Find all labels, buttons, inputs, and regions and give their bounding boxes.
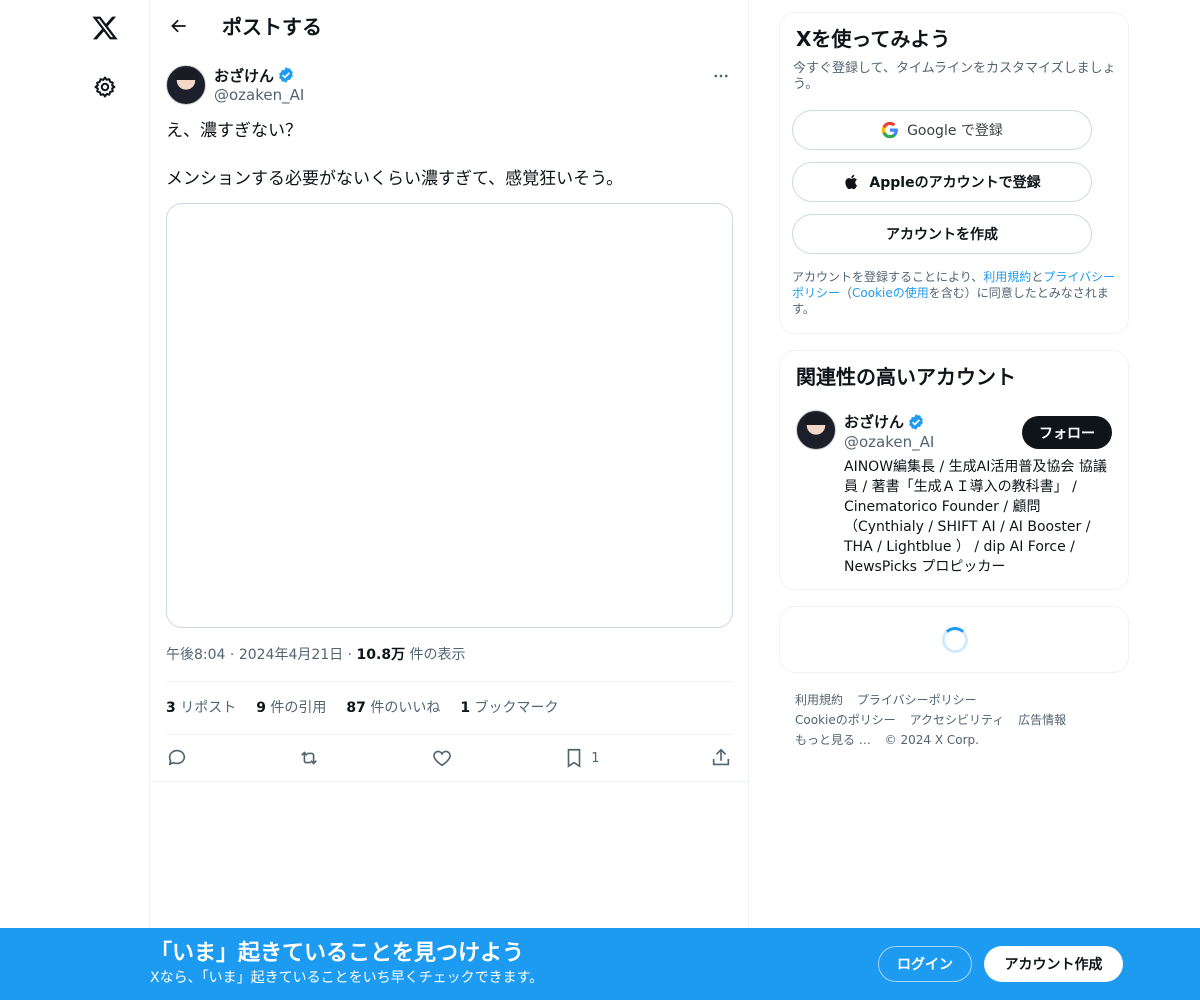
terms-link[interactable]: 利用規約	[983, 270, 1031, 284]
signup-card: Xを使ってみよう 今すぐ登録して、タイムラインをカスタマイズしましょう。 Goo…	[779, 12, 1129, 334]
bookmark-icon	[567, 748, 581, 768]
x-logo-icon[interactable]	[87, 10, 123, 46]
reposts-stat[interactable]: 3 リポスト	[166, 698, 236, 718]
related-name[interactable]: おざけん	[844, 411, 904, 432]
footer-ads-link[interactable]: 広告情報	[1018, 713, 1066, 727]
divider	[150, 781, 748, 782]
footer-links: 利用規約 プライバシーポリシー Cookieのポリシー アクセシビリティ 広告情…	[795, 690, 1115, 750]
post-author: おざけん @ozaken_AI	[166, 65, 304, 105]
related-accounts-card: 関連性の高いアカウント おざけん @ozaken_AI フォロー AINOW編集…	[779, 350, 1129, 590]
loading-card	[779, 606, 1129, 673]
repost-icon	[301, 751, 318, 765]
heart-icon	[432, 750, 451, 767]
verified-badge-icon	[279, 67, 293, 83]
footer-terms-link[interactable]: 利用規約	[795, 693, 843, 707]
banner-title: 「いま」起きていることを見つけよう	[150, 941, 525, 966]
divider	[166, 734, 733, 735]
google-signup-label: Google で登録	[907, 123, 1003, 139]
related-handle[interactable]: @ozaken_AI	[844, 433, 934, 451]
bookmark-button[interactable]: 1	[563, 747, 600, 769]
post-time[interactable]: 午後8:04	[166, 647, 225, 663]
share-icon	[712, 748, 730, 766]
related-bio: AINOW編集長 / 生成AI活用普及協会 協議員 / 著書「生成ＡＩ導入の教科…	[844, 459, 1107, 575]
footer-accessibility-link[interactable]: アクセシビリティ	[910, 713, 1005, 727]
left-nav	[0, 0, 149, 1000]
author-name[interactable]: おざけん	[214, 65, 274, 86]
copyright: © 2024 X Corp.	[884, 733, 979, 747]
post-date[interactable]: 2024年4月21日	[239, 647, 343, 663]
author-handle[interactable]: @ozaken_AI	[214, 86, 304, 104]
gear-icon[interactable]	[87, 69, 123, 105]
reply-button[interactable]	[166, 747, 188, 769]
signup-subtitle: 今すぐ登録して、タイムラインをカスタマイズしましょう。	[793, 61, 1116, 92]
google-icon	[881, 121, 898, 139]
bookmark-count: 1	[591, 750, 600, 766]
main-column: ポストする おざけん @ozaken_AI え、濃すぎない？ メンションする必要…	[149, 0, 749, 1000]
avatar[interactable]	[166, 65, 206, 105]
divider	[166, 681, 733, 682]
page-header: ポストする	[150, 0, 748, 53]
signup-legal: アカウントを登録することにより、利用規約とプライバシーポリシー（Cookieの使…	[792, 270, 1116, 316]
related-title: 関連性の高いアカウント	[796, 365, 1016, 389]
loading-spinner-icon	[942, 627, 968, 653]
post-meta: 午後8:04 · 2024年4月21日 · 10.8万 件の表示	[166, 647, 466, 663]
page-title: ポストする	[222, 15, 322, 39]
cookie-link[interactable]: Cookieの使用	[852, 286, 929, 300]
apple-icon	[845, 174, 858, 190]
footer-more-link[interactable]: もっと見る …	[795, 733, 871, 747]
post-text: え、濃すぎない？ メンションする必要がないくらい濃すぎて、感覚狂いそう。	[166, 121, 624, 189]
like-button[interactable]	[431, 747, 453, 769]
footer-privacy-link[interactable]: プライバシーポリシー	[857, 693, 977, 707]
signup-button[interactable]: アカウント作成	[984, 946, 1123, 982]
share-button[interactable]	[710, 747, 732, 769]
avatar[interactable]	[796, 410, 836, 450]
signup-title: Xを使ってみよう	[796, 27, 951, 51]
reply-icon	[168, 749, 186, 766]
verified-badge-icon	[909, 413, 923, 430]
footer-cookie-link[interactable]: Cookieのポリシー	[795, 713, 896, 727]
login-button[interactable]: ログイン	[878, 946, 972, 982]
repost-button[interactable]	[298, 747, 320, 769]
bookmarks-stat[interactable]: 1 ブックマーク	[460, 698, 558, 718]
banner-subtitle: Xなら、「いま」起きていることをいち早くチェックできます。	[150, 970, 544, 986]
views-label: 件の表示	[409, 647, 466, 663]
apple-signup-label: Appleのアカウントで登録	[869, 175, 1041, 191]
create-account-button[interactable]: アカウントを作成	[792, 214, 1092, 254]
quotes-stat[interactable]: 9 件の引用	[256, 698, 326, 718]
more-options-icon[interactable]	[710, 65, 732, 87]
likes-stat[interactable]: 87 件のいいね	[346, 698, 440, 718]
post-stats: 3 リポスト 9 件の引用 87 件のいいね 1 ブックマーク	[166, 698, 559, 718]
google-signup-button[interactable]: Google で登録	[792, 110, 1092, 150]
views-count: 10.8万	[356, 647, 406, 663]
apple-signup-button[interactable]: Appleのアカウントで登録	[792, 162, 1092, 202]
post-media[interactable]	[166, 203, 733, 628]
arrow-left-icon[interactable]	[162, 9, 196, 43]
post-actions: 1	[166, 742, 732, 774]
follow-button[interactable]: フォロー	[1022, 416, 1112, 449]
